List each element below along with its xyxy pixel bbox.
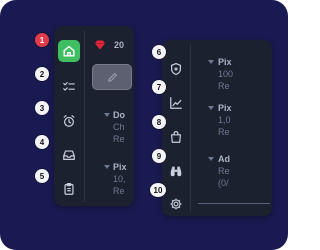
caret-icon bbox=[208, 60, 214, 64]
right-group-1-line-3: Re bbox=[218, 81, 230, 91]
step-badge-10: 10 bbox=[150, 183, 166, 197]
step-badge-5: 5 bbox=[35, 169, 49, 183]
sidebar-item-inbox[interactable] bbox=[58, 144, 80, 166]
right-group-3-line-1: Ad bbox=[218, 154, 230, 164]
right-group-2-line-3: Re bbox=[218, 127, 230, 137]
step-badge-8: 8 bbox=[152, 115, 166, 129]
shopping-bag-icon bbox=[171, 130, 181, 143]
step-badge-3: 3 bbox=[35, 101, 49, 115]
right-group-2-line-1: Pix bbox=[218, 103, 232, 113]
left-sidebar-divider bbox=[84, 30, 85, 202]
right-group-1-line-1: Pix bbox=[218, 57, 232, 67]
binoculars-icon bbox=[170, 166, 182, 177]
left-group-1-line-1: Do bbox=[113, 110, 125, 120]
right-group-1-line-2: 100 bbox=[218, 69, 234, 79]
sidebar-item-clipboard[interactable] bbox=[58, 178, 80, 200]
step-badge-1: 1 bbox=[35, 33, 49, 47]
sidebar-item-alarm[interactable] bbox=[58, 110, 80, 132]
inbox-tray-icon bbox=[63, 150, 75, 160]
left-group-2-line-1: Pix bbox=[113, 162, 127, 172]
gem-icon bbox=[95, 40, 105, 50]
chart-up-icon bbox=[170, 97, 182, 109]
sidebar-item-home[interactable] bbox=[58, 40, 80, 62]
caret-icon bbox=[208, 157, 214, 161]
sidebar-item-stats[interactable] bbox=[166, 93, 186, 113]
step-badge-6: 6 bbox=[152, 45, 166, 59]
left-group-2-line-2: 10, bbox=[113, 174, 126, 184]
right-group-2-line-2: 1,0 bbox=[218, 115, 231, 125]
gem-balance: 20 bbox=[114, 40, 125, 50]
step-badge-7: 7 bbox=[152, 80, 166, 94]
checklist-icon bbox=[63, 82, 75, 91]
edit-button[interactable] bbox=[92, 64, 132, 90]
gear-icon bbox=[170, 198, 182, 210]
right-group-3-line-3: (0/ bbox=[218, 178, 229, 188]
step-badge-9: 9 bbox=[152, 149, 166, 163]
left-group-1-line-3: Re bbox=[113, 134, 125, 144]
sidebar-item-explore[interactable] bbox=[166, 161, 186, 181]
home-icon bbox=[63, 45, 75, 57]
caret-icon bbox=[104, 165, 110, 169]
step-badge-2: 2 bbox=[35, 67, 49, 81]
shield-icon bbox=[171, 62, 181, 76]
right-group-3-line-2: Re bbox=[218, 166, 230, 176]
sidebar-item-shield[interactable] bbox=[166, 59, 186, 79]
caret-icon bbox=[208, 106, 214, 110]
left-group-1-line-2: Ch bbox=[113, 122, 125, 132]
sidebar-item-checklist[interactable] bbox=[58, 76, 80, 98]
sidebar-item-shop[interactable] bbox=[166, 127, 186, 147]
sidebar-item-settings[interactable] bbox=[166, 194, 186, 214]
alarm-clock-icon bbox=[63, 115, 75, 127]
step-badge-4: 4 bbox=[35, 135, 49, 149]
right-sidebar-divider bbox=[190, 44, 191, 212]
app-frame: 1 2 3 4 5 20 Do Ch Re Pix 10, Re 6 7 8 9… bbox=[0, 0, 288, 250]
pencil-icon bbox=[107, 72, 117, 82]
progress-track bbox=[198, 203, 270, 204]
clipboard-icon bbox=[64, 182, 74, 195]
caret-icon bbox=[104, 113, 110, 117]
left-group-2-line-3: Re bbox=[113, 186, 125, 196]
